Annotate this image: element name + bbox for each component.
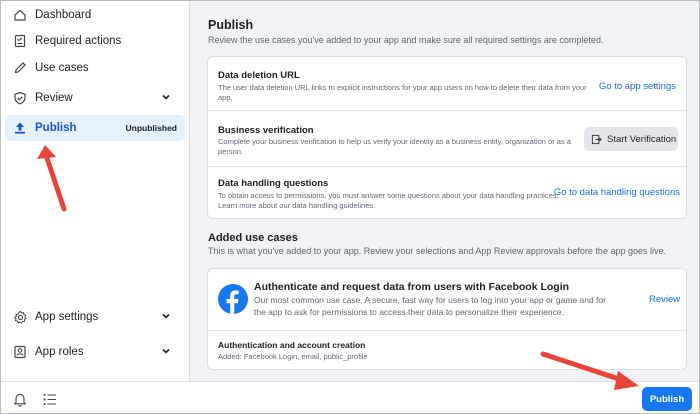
sidebar-item-publish[interactable]: Publish Unpublished [5,115,185,141]
page-subtitle: Review the use cases you've added to you… [208,35,604,45]
row-description: To obtain access to permissions, you mus… [218,191,559,210]
home-icon [11,6,29,24]
start-verification-button[interactable]: Start Verification [584,127,678,151]
list-icon[interactable] [43,393,57,409]
pencil-icon [11,59,29,77]
chevron-down-icon[interactable] [161,92,171,105]
sidebar-item-required-actions[interactable]: Required actions [5,28,185,54]
list-item: Authenticate and request data from users… [208,269,686,331]
person-card-icon [11,343,29,361]
sidebar-item-dashboard[interactable]: Dashboard [5,2,185,28]
button-label: Start Verification [607,133,677,145]
sidebar-item-label: Review [35,92,73,104]
status-badge: Unpublished [125,123,177,133]
sidebar-item-use-cases[interactable]: Use cases [5,55,185,81]
review-link[interactable]: Review [649,294,680,305]
app-window: Dashboard Required actions Use cases Rev… [0,0,700,414]
row-title: Business verification [218,125,314,136]
use-case-description: Our most common use case. A secure, fast… [254,295,606,317]
row-title: Data handling questions [218,178,329,189]
bell-icon[interactable] [13,392,27,410]
row-description: Added: Facebook Login, email, public_pro… [218,352,368,361]
list-item: Business verification Complete your busi… [208,111,686,167]
row-description: The user data deletion URL links to expl… [218,83,587,102]
facebook-logo-icon [218,284,248,314]
sidebar-item-label: App settings [35,311,99,323]
upload-icon [11,119,29,137]
sidebar: Dashboard Required actions Use cases Rev… [1,1,190,413]
sidebar-item-label: Dashboard [35,9,92,21]
sidebar-item-app-settings[interactable]: App settings [5,304,185,330]
go-to-data-handling-questions-link[interactable]: Go to data handling questions [554,187,680,198]
requirements-card: Data deletion URL The user data deletion… [207,56,687,219]
annotation-arrow-icon [540,351,639,390]
chevron-down-icon[interactable] [161,346,171,359]
list-item: Data deletion URL The user data deletion… [208,57,686,111]
section-title: Added use cases [208,232,298,244]
sidebar-item-label: App roles [35,346,84,358]
row-title: Data deletion URL [218,70,300,81]
go-to-app-settings-link[interactable]: Go to app settings [599,81,676,92]
main-content: Publish Review the use cases you've adde… [190,1,699,381]
sidebar-item-label: Publish [35,122,77,134]
row-title: Authentication and account creation [218,340,366,350]
use-case-title: Authenticate and request data from users… [254,281,570,293]
list-item: Data handling questions To obtain access… [208,167,686,220]
sidebar-item-label: Required actions [35,35,122,47]
section-subtitle: This is what you've added to your app. R… [208,246,666,256]
sidebar-item-app-roles[interactable]: App roles [5,339,185,365]
sidebar-item-label: Use cases [35,62,89,74]
row-description: Complete your business verification to h… [218,137,571,156]
chevron-down-icon[interactable] [161,311,171,324]
shield-check-icon [11,89,29,107]
annotation-arrow-icon [37,145,67,212]
exit-icon [591,134,602,145]
page-title: Publish [208,18,254,32]
gear-icon [11,308,29,326]
publish-button[interactable]: Publish [642,387,692,411]
sidebar-item-review[interactable]: Review [5,85,185,111]
checklist-icon [11,32,29,50]
